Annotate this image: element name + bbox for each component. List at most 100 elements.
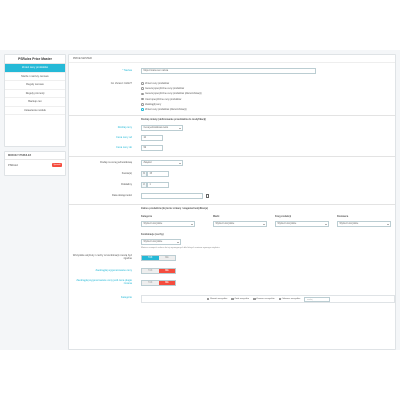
name-label: * Nazwa (122, 69, 132, 72)
filter-col-title: Dostawca (337, 215, 349, 218)
check-all-button[interactable]: Zaznacz wszystkie (253, 297, 275, 301)
date-label: Data dostępności (111, 194, 132, 197)
sidebar-item-backup[interactable]: Backup cen (5, 98, 65, 107)
filter-col-country: Kraj produkcji Wybierz wszystkie (275, 215, 329, 227)
filter-country-select[interactable]: Wybierz wszystkie (275, 221, 329, 227)
price-from-input[interactable]: 10 (141, 135, 163, 141)
combinations-note: Możesz zawęzić zakres do tej wymaganych … (141, 247, 221, 249)
category-search-input[interactable]: szukaj (304, 296, 331, 302)
name-input[interactable]: Moja zmiana cen nazwa (141, 68, 316, 74)
round-zero-label: Zaokrąglaj wygenerowane ceny jeśli cena … (76, 279, 132, 285)
rounding-group: zł 1 (141, 182, 169, 188)
categories-toolbar: Rozwiń wszystkie Zwiń wszystkie Zaznacz … (141, 295, 395, 303)
sidebar-title: PSRulez Price Master (5, 55, 65, 64)
price-type-select[interactable]: Cena jednostkowa netto (141, 125, 183, 131)
checkbox-icon (207, 297, 210, 301)
option-label: Usuń specyficzne ceny produktów (145, 97, 182, 101)
main-panel: Price Master * Nazwa Moja zmiana cen naz… (68, 54, 396, 350)
filter-col-title: Kraj produkcji (275, 215, 292, 218)
categories-label: Kategorie (120, 296, 132, 299)
filter-columns: Kategorie Wybierz wszystkie Marki Wybier… (69, 215, 395, 231)
module-item[interactable]: PSRulez Sprawdź (5, 160, 65, 170)
radio-icon (141, 103, 144, 106)
module-badge[interactable]: Sprawdź (52, 163, 62, 167)
modules-panel: Moduły PSRulez PSRulez Sprawdź (4, 151, 66, 176)
collapse-all-button[interactable]: Zwiń wszystkie (231, 297, 250, 301)
radio-icon (141, 97, 144, 101)
attr-match-label: Wszystkie atrybuty i cechy w kombinacji … (72, 254, 132, 260)
filter-col-categories: Kategorie Wybierz wszystkie (141, 215, 195, 227)
amount-input[interactable]: 15 (147, 171, 169, 177)
toggle-yes[interactable]: TAK (142, 281, 159, 285)
round-zero-toggle[interactable]: TAK NIE (141, 280, 176, 286)
price-type-label: Rodzaj ceny (117, 126, 132, 129)
filter-col-title: Marki (213, 215, 220, 218)
divider (69, 156, 395, 157)
toggle-no[interactable]: NIE (158, 281, 175, 285)
round-generated-toggle[interactable]: TAK NIE (141, 268, 176, 274)
option-change-combinations[interactable]: Zmień ceny produktów (dla kombinacji) (141, 107, 202, 112)
sidebar-item-price-rules[interactable]: Reguły cenowe (5, 81, 65, 90)
price-type-row: Rodzaj ceny Cena jednostkowa netto (69, 125, 395, 131)
divider (69, 204, 395, 205)
sidebar-item-change-prices[interactable]: Zmień ceny produktów (5, 64, 65, 73)
change-type-label: Dodaj na cenę jednostkową (100, 161, 132, 164)
rounding-label: Dokładny (121, 183, 132, 186)
toggle-no[interactable]: NIE (158, 256, 175, 260)
combinations-select[interactable]: Wybierz wszystkie (141, 239, 181, 245)
toggle-yes[interactable]: TAK (142, 256, 159, 260)
radio-icon (141, 82, 144, 85)
round-generated-label: Zaokrąglaj wygenerowane ceny (95, 269, 132, 272)
uncheck-all-label: Odznacz wszystkie (281, 297, 301, 300)
toggle-yes[interactable]: TAK (142, 269, 159, 273)
checkbox-icon (253, 297, 256, 301)
amount-group: % 15 (141, 171, 169, 177)
combinations-group: Kombinacje (cechy) Wybierz wszystkie (141, 233, 201, 245)
action-label: Co chcesz zrobić? (110, 82, 132, 85)
modify-section-title: Rodzaj zmiany (definiowanie przedziałów … (141, 118, 206, 121)
amount-label: Kwota(s) (121, 172, 132, 175)
sidebar: PSRulez Price Master Zmień ceny produktó… (4, 54, 66, 176)
sidebar-panel: PSRulez Price Master Zmień ceny produktó… (4, 54, 66, 147)
expand-all-label: Rozwiń wszystkie (210, 297, 228, 300)
expand-all-button[interactable]: Rozwiń wszystkie (207, 297, 228, 301)
price-from-label: Cena ceny od (115, 136, 132, 139)
app-frame: PSRulez Price Master Zmień ceny produktó… (0, 50, 400, 350)
page-title: Price Master (69, 55, 395, 63)
modules-title: Moduły PSRulez (5, 152, 65, 160)
calendar-icon[interactable] (205, 194, 209, 198)
checkbox-icon (278, 297, 281, 301)
divider (69, 115, 395, 116)
checkbox-icon (231, 297, 234, 301)
option-label: Zmień ceny produktów (145, 82, 170, 86)
date-group (141, 193, 209, 199)
filter-col-brands: Marki Wybierz wszystkie (213, 215, 267, 227)
change-type-row: Dodaj na cenę jednostkową Zwiększ (69, 160, 395, 166)
radio-selected-icon (141, 108, 144, 111)
option-label: Generuj specyficzne ceny produktów (145, 87, 185, 91)
module-label: PSRulez (8, 163, 19, 167)
sidebar-item-margins[interactable]: Marże i narzuty cenowe (5, 73, 65, 81)
change-type-select[interactable]: Zwiększ (141, 160, 183, 166)
date-input[interactable] (141, 193, 203, 199)
action-options: Zmień ceny produktów Generuj specyficzne… (141, 81, 202, 112)
price-to-label: Cena ceny do (115, 146, 132, 149)
toggle-no[interactable]: NIE (158, 269, 175, 273)
filter-col-supplier: Dostawca Wybierz wszystkie (337, 215, 391, 227)
filter-brands-select[interactable]: Wybierz wszystkie (213, 221, 267, 227)
attr-match-toggle[interactable]: TAK NIE (141, 255, 176, 261)
combinations-title: Kombinacje (cechy) (141, 233, 164, 236)
uncheck-all-button[interactable]: Odznacz wszystkie (278, 297, 301, 301)
filter-categories-select[interactable]: Wybierz wszystkie (141, 221, 195, 227)
option-label: Zaokrąglij ceny (145, 102, 162, 106)
price-to-input[interactable]: 99 (141, 145, 163, 151)
sidebar-item-promo-rules[interactable]: Reguły promocji (5, 90, 65, 98)
radio-icon (141, 92, 144, 96)
radio-icon (141, 87, 144, 91)
option-label: Zmień ceny produktów (dla kombinacji) (145, 108, 187, 112)
rounding-input[interactable]: 1 (147, 182, 169, 188)
filter-section-title: Zakres produktów (kryteria: zmiany / wag… (141, 207, 208, 210)
collapse-all-label: Zwiń wszystkie (234, 297, 250, 300)
filter-supplier-select[interactable]: Wybierz wszystkie (337, 221, 391, 227)
sidebar-item-settings[interactable]: Ustawienia modułu (5, 107, 65, 115)
